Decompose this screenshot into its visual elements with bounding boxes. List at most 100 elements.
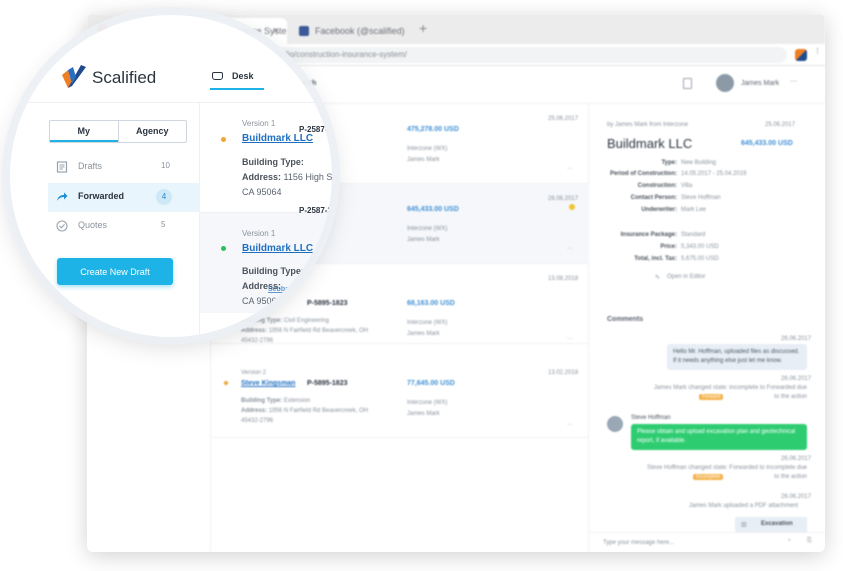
row-agency: Interzone (WX) <box>407 400 448 406</box>
field-value: 5,343.00 USD <box>681 244 719 250</box>
row-amount: 645,433.00 USD <box>407 206 459 213</box>
row-policy: P-5895-1823 <box>307 380 348 387</box>
row-amount: 68,163.00 USD <box>407 300 455 307</box>
sidebar-item-label: Forwarded <box>78 191 125 201</box>
sidebar-item-count: 10 <box>161 161 170 170</box>
row-more-icon[interactable]: ··· <box>567 336 573 342</box>
row-policy: P-2587-2521 <box>299 125 332 134</box>
row-agent: James Mark <box>407 411 440 417</box>
row-company[interactable]: Buildmark LLC <box>242 133 313 144</box>
list-item[interactable]: 13.02.2018 Version 2 Steve Kingsman P-58… <box>211 356 589 438</box>
status-chip-incomplete: Incomplete <box>693 474 724 480</box>
field-value: Villa <box>681 183 693 189</box>
status-dot <box>221 137 226 142</box>
tab-desk[interactable]: Desk <box>232 71 254 81</box>
sidebar-item-label: Quotes <box>78 220 108 230</box>
document-icon <box>56 161 68 173</box>
open-in-editor-link[interactable]: Open in Editor <box>667 274 705 280</box>
user-name: James Mark <box>741 80 780 87</box>
field-label: Construction: <box>637 183 677 189</box>
avatar <box>607 416 623 432</box>
field-label: Contact Person: <box>630 195 677 201</box>
message-composer: Type your message here... ◔ ⎘ <box>589 532 825 552</box>
sidebar-item-forwarded[interactable]: Forwarded 4 <box>48 183 200 212</box>
row-address-label: Address: <box>241 408 268 414</box>
detail-amount: 645,433.00 USD <box>741 140 793 147</box>
notes-icon[interactable] <box>683 78 692 89</box>
row-type-label: Building Type: <box>242 157 304 167</box>
sidebar-item-count-badge: 4 <box>156 189 172 205</box>
sidebar-item-label: Drafts <box>78 161 103 171</box>
field-label: Period of Construction: <box>610 171 677 177</box>
pdf-file-icon: ▤ <box>741 522 747 528</box>
sidebar-item-count: 5 <box>161 220 166 229</box>
comment-time: 26.06.2017 <box>781 376 812 382</box>
message-input[interactable]: Type your message here... <box>603 540 674 546</box>
row-agent: James Mark <box>407 237 440 243</box>
row-more-icon[interactable]: ··· <box>567 166 573 172</box>
attachment[interactable]: ▤ Excavation <box>735 517 807 533</box>
status-chip-forward: Forward <box>699 394 724 400</box>
comment-bubble: Hello Mr. Hoffman, uploaded files as dis… <box>667 344 807 370</box>
row-city: 45432-2796 <box>241 418 274 424</box>
row-agent: James Mark <box>407 157 440 163</box>
row-date: 25.06.2017 <box>548 116 579 122</box>
extension-icon[interactable] <box>795 49 807 61</box>
field-label: Type: <box>661 160 677 166</box>
emoji-icon[interactable]: ◔ <box>787 538 791 544</box>
field-value: 14.05.2017 - 25.04.2019 <box>681 171 747 177</box>
row-agency: Interzone (WX) <box>407 226 448 232</box>
segment-my[interactable]: My <box>50 121 118 142</box>
row-amount: 475,278.00 USD <box>407 126 459 133</box>
comment-author: Steve Hoffman <box>631 415 671 421</box>
sidebar-item-drafts[interactable]: Drafts 10 <box>48 153 200 182</box>
header-divider <box>10 102 332 103</box>
detail-date: 25.06.2017 <box>765 122 796 128</box>
row-company[interactable]: Steve Kingsman <box>241 380 295 387</box>
menu-kebab-icon[interactable]: ⋮ <box>814 47 821 55</box>
row-date: 13.02.2018 <box>548 370 579 376</box>
field-value: Standard <box>681 232 706 238</box>
row-company[interactable]: Buildmark LLC <box>242 243 313 254</box>
active-tab-indicator <box>210 88 264 90</box>
comment-time: 26.06.2017 <box>781 494 812 500</box>
new-tab-icon[interactable]: + <box>419 20 427 36</box>
row-address-label: Address: <box>242 172 282 182</box>
edit-icon[interactable]: ✎ <box>655 274 660 281</box>
row-type-value: Extension <box>283 398 311 404</box>
desk-icon <box>212 72 223 80</box>
row-agency: Interzone (WX) <box>407 320 448 326</box>
brand-name: Scalified <box>92 68 157 87</box>
field-label: Underwriter: <box>641 207 677 213</box>
detail-panel: by James Mark from Interzone 25.06.2017 … <box>589 104 825 552</box>
magnified-content: Scalified Desk My Agency Drafts 10 Forwa… <box>10 15 332 337</box>
row-address-value: 1956 N Fairfield Rd Beavercreek, OH <box>268 408 369 414</box>
status-dot <box>224 381 228 385</box>
row-amount: 77,645.00 USD <box>407 380 455 387</box>
avatar[interactable] <box>716 74 734 92</box>
row-more-icon[interactable]: ··· <box>567 422 573 428</box>
comment-bubble: Please obtain and upload excavation plan… <box>631 424 807 450</box>
attachment-name: Excavation <box>761 521 793 527</box>
field-value: New Building <box>681 160 717 166</box>
check-circle-icon <box>56 220 68 232</box>
row-policy: P-2587-2521 <box>299 206 332 215</box>
star-icon[interactable] <box>569 204 575 210</box>
field-value: Mark Lee <box>681 207 707 213</box>
create-new-draft-button[interactable]: Create New Draft <box>57 258 173 285</box>
attach-icon[interactable]: ⎘ <box>807 538 812 545</box>
segment-agency[interactable]: Agency <box>117 121 187 142</box>
row-version: Version 1 <box>242 229 276 238</box>
my-agency-toggle: My Agency <box>49 120 187 143</box>
detail-byline: by James Mark from Interzone <box>607 122 689 128</box>
field-label: Total, incl. Tax: <box>634 256 677 262</box>
more-icon[interactable]: ··· <box>790 78 797 85</box>
magnifier-lens: Scalified Desk My Agency Drafts 10 Forwa… <box>10 15 332 337</box>
row-type-label: Building Type: <box>242 266 304 276</box>
sidebar-item-quotes[interactable]: Quotes 5 <box>48 212 200 241</box>
row-company[interactable]: Sebba <box>268 286 289 293</box>
field-label: Insurance Package: <box>620 232 677 238</box>
field-value: Steve Hoffman <box>681 195 721 201</box>
row-more-icon[interactable]: ··· <box>567 246 573 252</box>
row-version: Version 2 <box>241 370 267 376</box>
